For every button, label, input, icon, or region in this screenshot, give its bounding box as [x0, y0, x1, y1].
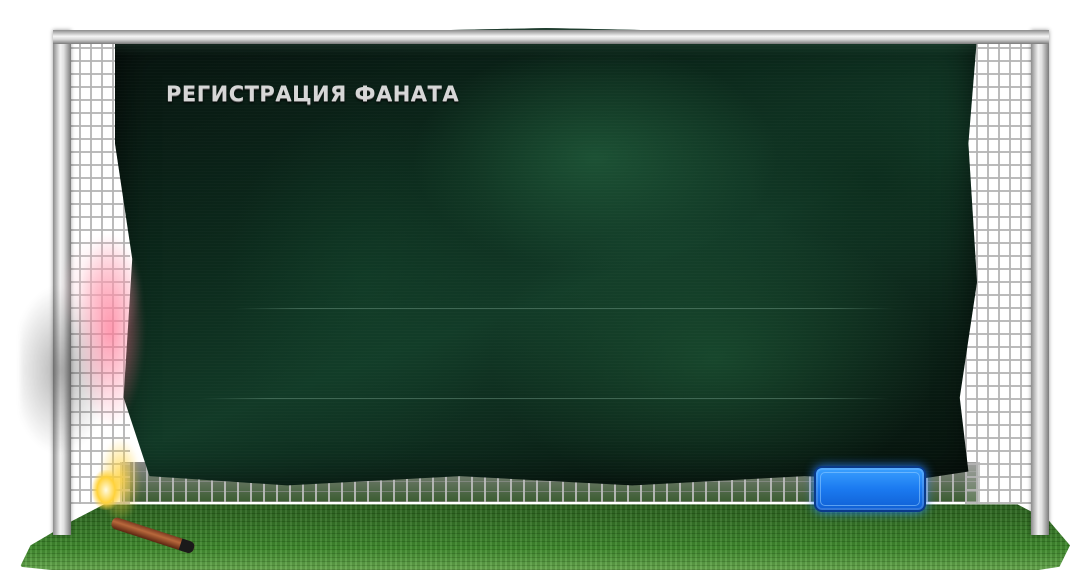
submit-button[interactable]	[814, 466, 926, 512]
goal-crossbar	[53, 30, 1049, 44]
page-title: РЕГИСТРАЦИЯ ФАНАТА	[166, 82, 460, 106]
form-divider	[200, 398, 890, 399]
registration-scene: РЕГИСТРАЦИЯ ФАНАТА	[0, 0, 1087, 581]
flare-fire	[92, 470, 120, 510]
goal-post-right	[1031, 30, 1049, 535]
form-divider	[235, 308, 895, 309]
